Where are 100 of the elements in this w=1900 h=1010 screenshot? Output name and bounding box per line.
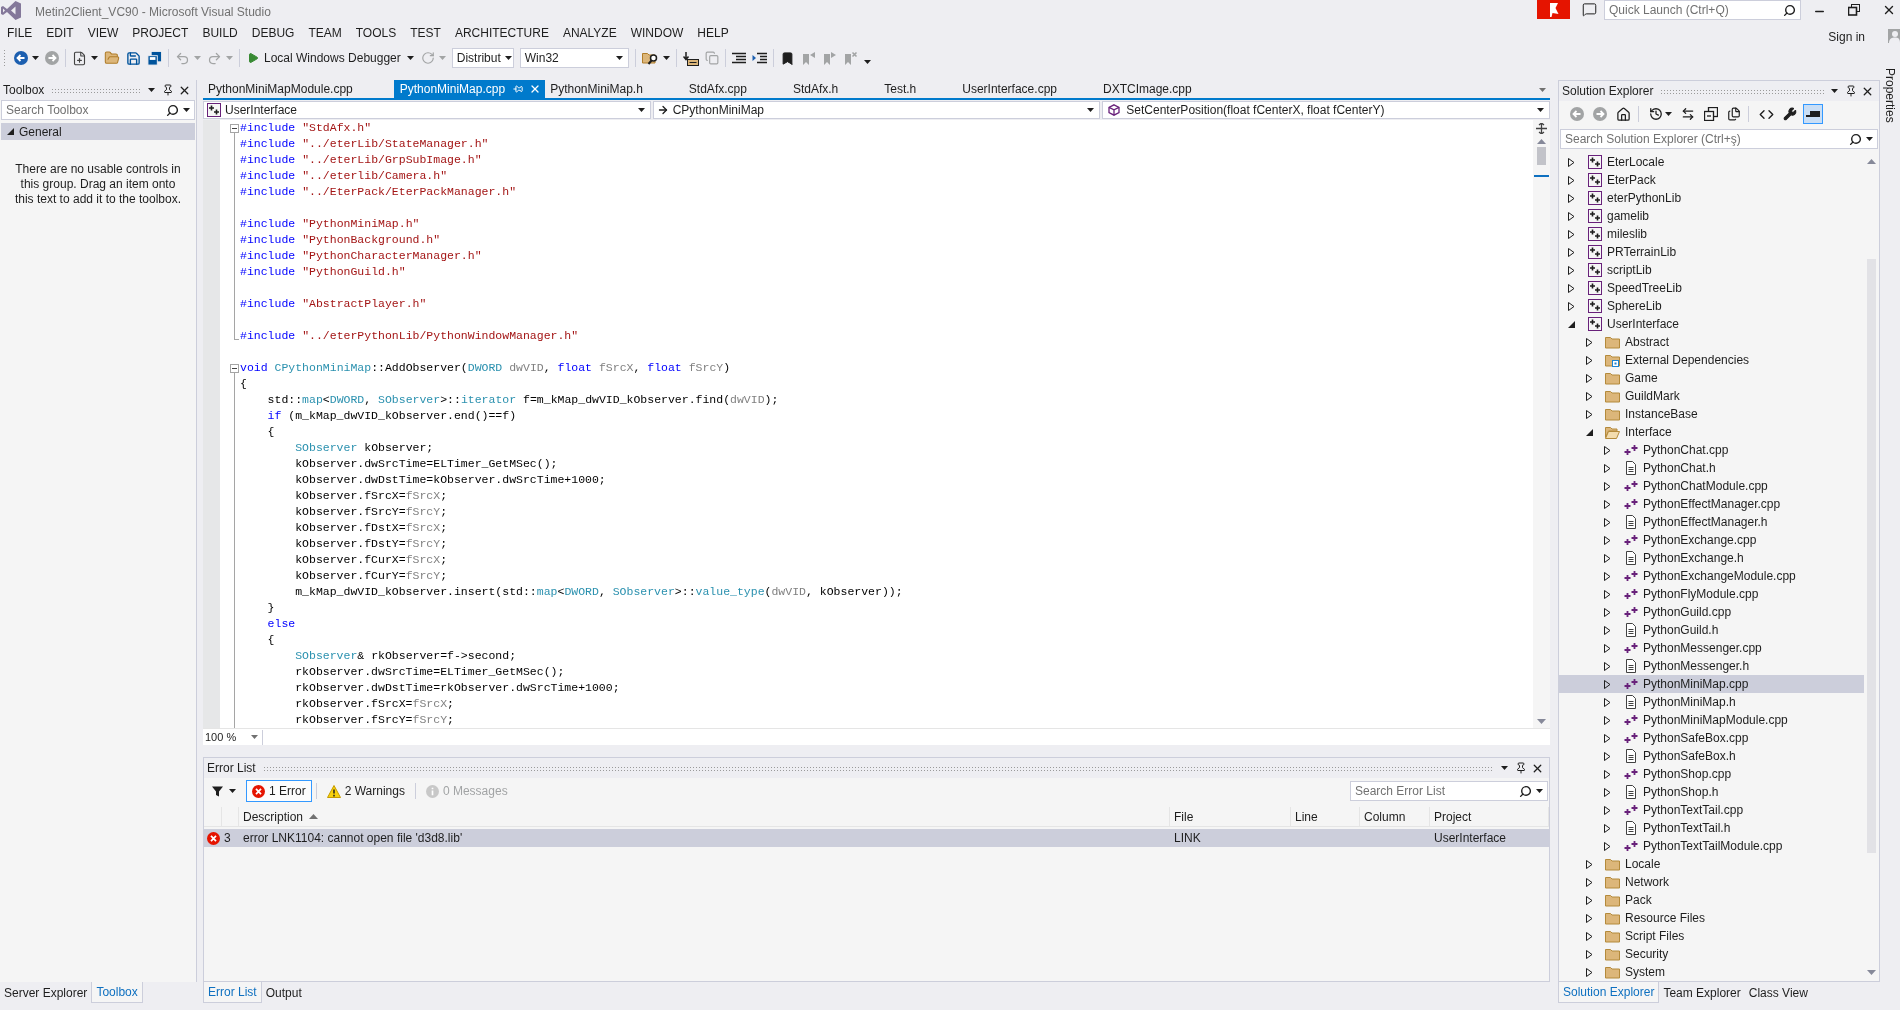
zoom-dropdown[interactable]: 100 % bbox=[203, 729, 263, 745]
document-tab[interactable]: PythonMiniMapModule.cpp bbox=[203, 80, 394, 98]
tree-item[interactable]: mileslib bbox=[1559, 225, 1864, 243]
scroll-down-icon[interactable] bbox=[1867, 970, 1876, 975]
collapsed-arrow-icon[interactable] bbox=[1604, 679, 1611, 689]
tree-item[interactable]: PythonTextTail.h bbox=[1559, 819, 1864, 837]
tree-item[interactable]: PythonShop.cpp bbox=[1559, 765, 1864, 783]
collapsed-arrow-icon[interactable] bbox=[1568, 265, 1575, 275]
tree-item[interactable]: EterLocale bbox=[1559, 153, 1864, 171]
panel-tab[interactable]: Server Explorer bbox=[0, 982, 92, 1003]
tab-list-caret-icon[interactable] bbox=[1539, 88, 1546, 92]
tree-item[interactable]: SpeedTreeLib bbox=[1559, 279, 1864, 297]
collapsed-arrow-icon[interactable] bbox=[1604, 499, 1611, 509]
collapsed-arrow-icon[interactable] bbox=[1568, 193, 1575, 203]
collapsed-arrow-icon[interactable] bbox=[1586, 895, 1593, 905]
pin-icon[interactable] bbox=[162, 84, 174, 96]
collapsed-arrow-icon[interactable] bbox=[1586, 391, 1593, 401]
solution-search-field[interactable]: Search Solution Explorer (Ctrl+ş) bbox=[1560, 129, 1878, 149]
panel-tab[interactable]: Toolbox bbox=[91, 982, 143, 1003]
collapsed-arrow-icon[interactable] bbox=[1604, 463, 1611, 473]
collapsed-arrow-icon[interactable] bbox=[1568, 247, 1575, 257]
document-tab[interactable]: PythonMiniMap.h bbox=[545, 80, 684, 98]
tree-item[interactable]: PythonMessenger.h bbox=[1559, 657, 1864, 675]
tree-item[interactable]: Abstract bbox=[1559, 333, 1864, 351]
error-row[interactable]: 3 error LNK1104: cannot open file 'd3d8.lib' LINK UserInterface bbox=[204, 829, 1549, 847]
collapsed-arrow-icon[interactable] bbox=[1586, 373, 1593, 383]
pin-icon[interactable] bbox=[1845, 85, 1857, 97]
collapsed-arrow-icon[interactable] bbox=[1586, 967, 1593, 977]
column-header[interactable]: File bbox=[1170, 807, 1291, 826]
column-header[interactable]: Column bbox=[1360, 807, 1430, 826]
tree-item[interactable]: eterPythonLib bbox=[1559, 189, 1864, 207]
collapsed-arrow-icon[interactable] bbox=[1604, 661, 1611, 671]
expanded-arrow-icon[interactable] bbox=[1568, 320, 1575, 328]
menu-caret-icon[interactable] bbox=[148, 88, 155, 92]
collapsed-arrow-icon[interactable] bbox=[1604, 481, 1611, 491]
collapsed-arrow-icon[interactable] bbox=[1604, 589, 1611, 599]
tree-item[interactable]: PythonChat.h bbox=[1559, 459, 1864, 477]
search-icon[interactable] bbox=[1783, 3, 1796, 17]
search-icon[interactable] bbox=[1849, 132, 1862, 146]
tree-item[interactable]: EterPack bbox=[1559, 171, 1864, 189]
collapsed-arrow-icon[interactable] bbox=[1568, 175, 1575, 185]
tree-item[interactable]: PythonExchange.h bbox=[1559, 549, 1864, 567]
collapsed-arrow-icon[interactable] bbox=[1568, 211, 1575, 221]
tree-item[interactable]: scriptLib bbox=[1559, 261, 1864, 279]
error-search-field[interactable]: Search Error List bbox=[1350, 781, 1548, 801]
collapsed-arrow-icon[interactable] bbox=[1586, 913, 1593, 923]
tree-item[interactable]: Network bbox=[1559, 873, 1864, 891]
collapsed-arrow-icon[interactable] bbox=[1604, 715, 1611, 725]
collapsed-arrow-icon[interactable] bbox=[1568, 157, 1575, 167]
tree-item[interactable]: PythonGuild.cpp bbox=[1559, 603, 1864, 621]
start-debugging-button[interactable]: Local Windows Debugger bbox=[243, 47, 418, 69]
group-header[interactable]: General bbox=[1, 123, 195, 140]
search-icon[interactable] bbox=[166, 103, 179, 117]
panel-tab[interactable]: Solution Explorer bbox=[1558, 982, 1660, 1003]
collapsed-arrow-icon[interactable] bbox=[1586, 931, 1593, 941]
menu-item[interactable]: WINDOW bbox=[623, 23, 691, 43]
collapsed-arrow-icon[interactable] bbox=[1604, 445, 1611, 455]
tree-item[interactable]: PythonFlyModule.cpp bbox=[1559, 585, 1864, 603]
collapsed-arrow-icon[interactable] bbox=[1568, 229, 1575, 239]
tree-item[interactable]: Security bbox=[1559, 945, 1864, 963]
menu-item[interactable]: DEBUG bbox=[244, 23, 302, 43]
collapsed-arrow-icon[interactable] bbox=[1604, 571, 1611, 581]
caret-icon[interactable] bbox=[1087, 108, 1095, 112]
navigation-dropdown[interactable]: UserInterface bbox=[203, 101, 651, 119]
caret-icon[interactable] bbox=[229, 789, 236, 793]
document-tab[interactable]: StdAfx.cpp bbox=[683, 80, 788, 98]
expanded-arrow-icon[interactable] bbox=[1586, 428, 1593, 436]
toolbar-overflow-icon[interactable] bbox=[863, 60, 871, 64]
dropdown[interactable]: Distribut bbox=[451, 48, 514, 68]
caret-icon[interactable] bbox=[1536, 789, 1543, 793]
pin-icon[interactable] bbox=[1515, 762, 1527, 774]
tree-item[interactable]: UserInterface bbox=[1559, 315, 1864, 333]
menu-item[interactable]: HELP bbox=[690, 23, 736, 43]
tree-item[interactable]: PythonTextTailModule.cpp bbox=[1559, 837, 1864, 855]
tree-item[interactable]: PythonGuild.h bbox=[1559, 621, 1864, 639]
tree-item[interactable]: System bbox=[1559, 963, 1864, 981]
collapsed-arrow-icon[interactable] bbox=[1604, 805, 1611, 815]
document-tab[interactable]: UserInterface.cpp bbox=[957, 80, 1098, 98]
funnel-icon[interactable] bbox=[212, 785, 223, 797]
collapsed-arrow-icon[interactable] bbox=[1586, 859, 1593, 869]
document-tab[interactable]: Test.h bbox=[879, 80, 958, 98]
collapsed-arrow-icon[interactable] bbox=[1604, 697, 1611, 707]
tree-item[interactable]: SphereLib bbox=[1559, 297, 1864, 315]
tree-item[interactable]: PythonMessenger.cpp bbox=[1559, 639, 1864, 657]
collapsed-arrow-icon[interactable] bbox=[1568, 301, 1575, 311]
tree-item[interactable]: PythonEffectManager.h bbox=[1559, 513, 1864, 531]
tree-item[interactable]: PythonChat.cpp bbox=[1559, 441, 1864, 459]
panel-tab[interactable]: Class View bbox=[1744, 982, 1812, 1003]
menu-item[interactable]: ARCHITECTURE bbox=[447, 23, 556, 43]
collapsed-arrow-icon[interactable] bbox=[1604, 607, 1611, 617]
tree-item[interactable]: PythonMiniMap.cpp bbox=[1559, 675, 1864, 693]
speech-bubble-icon[interactable] bbox=[1582, 2, 1597, 17]
tree-item[interactable]: Pack bbox=[1559, 891, 1864, 909]
preview-button[interactable] bbox=[1803, 104, 1823, 124]
collapsed-arrow-icon[interactable] bbox=[1604, 553, 1611, 563]
document-tab[interactable]: StdAfx.h bbox=[787, 80, 880, 98]
caret-icon[interactable] bbox=[637, 108, 645, 112]
tree-item[interactable]: GuildMark bbox=[1559, 387, 1864, 405]
collapsed-arrow-icon[interactable] bbox=[1604, 769, 1611, 779]
column-header[interactable]: Description bbox=[239, 807, 1170, 826]
